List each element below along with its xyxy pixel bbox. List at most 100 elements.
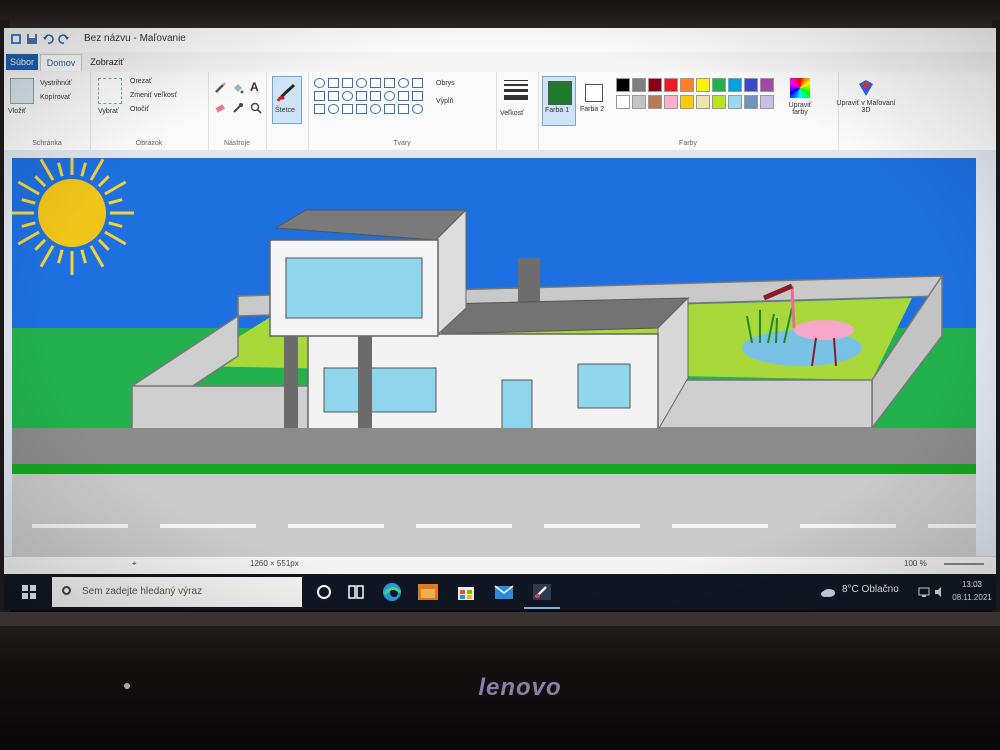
magnifier-icon[interactable]: [250, 102, 262, 114]
shape-option[interactable]: [370, 78, 381, 88]
windows-start-icon[interactable]: [22, 585, 36, 599]
shape-option[interactable]: [412, 78, 423, 88]
shape-option[interactable]: [328, 104, 339, 114]
cortana-icon[interactable]: [312, 580, 336, 604]
shape-option[interactable]: [370, 104, 381, 114]
shape-option[interactable]: [342, 104, 353, 114]
window-title: Bez názvu - Maľovanie: [84, 33, 186, 44]
zoom-slider[interactable]: [944, 563, 984, 565]
palette-swatch[interactable]: [664, 95, 678, 109]
shape-option[interactable]: [384, 104, 395, 114]
shape-option[interactable]: [314, 78, 325, 88]
status-bar: ⌖ 1260 × 551px 100 %: [4, 556, 996, 573]
palette-swatch[interactable]: [696, 95, 710, 109]
lane-mark: [800, 524, 896, 528]
network-icon[interactable]: [918, 586, 930, 598]
shape-option[interactable]: [314, 104, 325, 114]
color2-button[interactable]: Farba 2: [578, 76, 610, 124]
palette-swatch[interactable]: [744, 78, 758, 92]
shape-option[interactable]: [342, 78, 353, 88]
shape-option[interactable]: [342, 91, 353, 101]
edge-icon[interactable]: [380, 580, 404, 604]
volume-icon[interactable]: [934, 586, 944, 598]
palette-swatch[interactable]: [696, 78, 710, 92]
shape-option[interactable]: [370, 91, 381, 101]
palette-swatch[interactable]: [712, 78, 726, 92]
edit-colors-button[interactable]: Upraviť farby: [786, 76, 814, 124]
eraser-icon[interactable]: [214, 102, 226, 114]
zoom-level: 100 %: [904, 559, 927, 568]
color1-swatch: [548, 81, 572, 105]
house-door: [501, 379, 533, 431]
shape-option[interactable]: [328, 78, 339, 88]
shape-option[interactable]: [328, 91, 339, 101]
tab-home[interactable]: Domov: [40, 54, 82, 71]
undo-icon[interactable]: [42, 33, 54, 45]
redo-icon[interactable]: [58, 33, 70, 45]
weather-text[interactable]: 8°C Oblačno: [842, 584, 899, 595]
store-icon[interactable]: [454, 580, 478, 604]
cloud-icon[interactable]: [820, 586, 836, 598]
text-tool-icon[interactable]: A: [250, 80, 262, 94]
color-picker-icon[interactable]: [232, 102, 244, 114]
palette-swatch[interactable]: [648, 95, 662, 109]
pencil-icon[interactable]: [214, 82, 226, 94]
palette-swatch[interactable]: [648, 78, 662, 92]
paste-button[interactable]: Vložiť: [8, 108, 26, 115]
tab-file[interactable]: Súbor: [6, 54, 38, 70]
palette-swatch[interactable]: [760, 78, 774, 92]
grass-strip: [12, 464, 976, 474]
palette-swatch[interactable]: [760, 95, 774, 109]
palette-swatch[interactable]: [744, 95, 758, 109]
shapes-group: Obrys Výplň Tvary: [308, 72, 497, 150]
taskbar-search-box[interactable]: Sem zadejte hledaný výraz: [52, 577, 302, 607]
crop-button[interactable]: Orezať: [130, 78, 152, 85]
shape-option[interactable]: [384, 91, 395, 101]
shape-option[interactable]: [398, 91, 409, 101]
resize-button[interactable]: Zmeniť veľkosť: [130, 92, 177, 99]
size-lines-icon[interactable]: [504, 80, 528, 100]
select-icon[interactable]: [98, 78, 122, 104]
color1-button[interactable]: Farba 1: [542, 76, 576, 126]
paint-icon[interactable]: [530, 580, 554, 604]
upper-window: [285, 257, 423, 319]
shape-option[interactable]: [398, 78, 409, 88]
palette-swatch[interactable]: [664, 78, 678, 92]
palette-swatch[interactable]: [632, 95, 646, 109]
outline-button[interactable]: Obrys: [436, 80, 455, 87]
shape-option[interactable]: [384, 78, 395, 88]
mail-icon[interactable]: [492, 580, 516, 604]
task-view-icon[interactable]: [344, 580, 368, 604]
shape-option[interactable]: [314, 91, 325, 101]
rotate-button[interactable]: Otočiť: [130, 106, 149, 113]
road: [12, 474, 976, 562]
copy-button[interactable]: Kopírovať: [40, 94, 71, 101]
palette-swatch[interactable]: [728, 78, 742, 92]
palette-swatch[interactable]: [616, 95, 630, 109]
shape-option[interactable]: [398, 104, 409, 114]
size-label[interactable]: Veľkosť: [500, 110, 524, 117]
paint3d-button[interactable]: Upraviť v Maľovaní 3D: [836, 76, 896, 124]
fill-icon[interactable]: [232, 82, 244, 94]
cut-button[interactable]: Vystrihnúť: [40, 80, 72, 87]
brushes-button[interactable]: Štetce: [272, 76, 302, 124]
drawing-canvas[interactable]: [12, 158, 976, 562]
save-icon[interactable]: [26, 33, 38, 45]
taskbar-clock[interactable]: 13:03 08.11.2021: [948, 578, 996, 604]
palette-swatch[interactable]: [712, 95, 726, 109]
select-button[interactable]: Vybrať: [98, 108, 119, 115]
paste-icon[interactable]: [10, 78, 34, 104]
fill-button[interactable]: Výplň: [436, 98, 454, 105]
shape-option[interactable]: [356, 91, 367, 101]
palette-swatch[interactable]: [680, 95, 694, 109]
shape-option[interactable]: [412, 91, 423, 101]
shape-option[interactable]: [356, 78, 367, 88]
palette-swatch[interactable]: [616, 78, 630, 92]
tab-view[interactable]: Zobraziť: [82, 54, 132, 70]
palette-swatch[interactable]: [632, 78, 646, 92]
palette-swatch[interactable]: [728, 95, 742, 109]
shape-option[interactable]: [356, 104, 367, 114]
palette-swatch[interactable]: [680, 78, 694, 92]
shape-option[interactable]: [412, 104, 423, 114]
explorer-icon[interactable]: [416, 580, 440, 604]
